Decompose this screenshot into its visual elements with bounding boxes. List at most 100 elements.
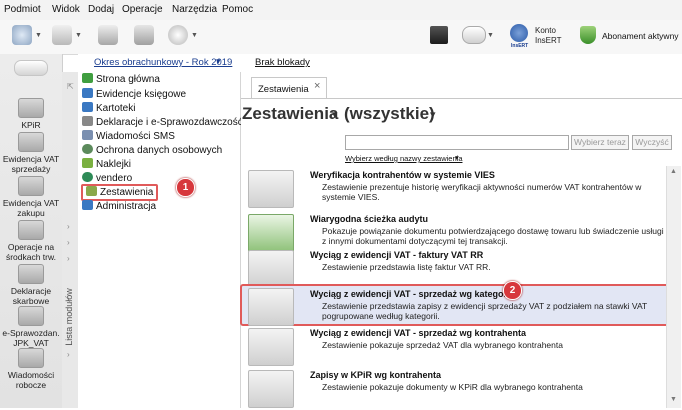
admin-icon xyxy=(82,200,93,210)
tree-item-data-protection[interactable]: Ochrona danych osobowych xyxy=(82,144,222,157)
scroll-down-icon[interactable]: ▼ xyxy=(670,396,677,403)
menu-pomoc[interactable]: Pomoc xyxy=(222,4,253,15)
shield-icon xyxy=(82,144,93,154)
tree-item-sms[interactable]: Wiadomości SMS xyxy=(82,130,175,143)
module-list-strip[interactable]: ⇱ › › › › › › Lista modułów xyxy=(62,72,79,408)
module-jpk-vat[interactable]: e-Sprawozdan. JPK_VAT xyxy=(0,306,62,348)
tree-item-declarations[interactable]: Deklaracje i e-Sprawozdawczość xyxy=(82,116,243,129)
toolbar: ▼ ▼ ▼ ▼ InsERT Konto InsERT Abonament ak… xyxy=(0,20,682,55)
tree-item-labels[interactable]: Naklejki xyxy=(82,158,131,171)
module-fixed-assets[interactable]: Operacje na środkach trw. xyxy=(0,220,62,262)
report-icon xyxy=(248,288,294,326)
tree-item-reports[interactable]: Zestawienia xyxy=(81,184,159,201)
chevron-down-icon[interactable]: ▾ xyxy=(455,153,459,162)
list-item-description: Zestawienie przedstawia zapisy z ewidenc… xyxy=(322,301,648,321)
search-mode-link[interactable]: Wybierz według nazwy zestawienia xyxy=(345,154,462,163)
list-item-title: Wyciąg z ewidencji VAT - faktury VAT RR xyxy=(310,250,484,260)
scrollbar[interactable]: ▲ ▼ xyxy=(666,166,681,408)
module-vat-sales[interactable]: Ewidencja VAT sprzedaży xyxy=(0,132,62,174)
menu-widok[interactable]: Widok xyxy=(52,4,80,15)
module-label: Ewidencja VAT sprzedaży xyxy=(2,154,60,174)
chevron-down-icon[interactable]: ▼ xyxy=(35,32,42,39)
clear-button[interactable]: Wyczyść xyxy=(632,135,672,150)
menu-dodaj[interactable]: Dodaj xyxy=(88,4,114,15)
document-icon xyxy=(82,116,93,126)
account-line2[interactable]: InsERT xyxy=(535,36,562,45)
tree-item-records[interactable]: Kartoteki xyxy=(82,102,135,115)
list-item[interactable]: Zapisy w KPiR wg kontrahenta Zestawienie… xyxy=(242,366,668,410)
menu-podmiot[interactable]: Podmiot xyxy=(4,4,41,15)
refresh-icon[interactable] xyxy=(12,25,32,45)
report-icon xyxy=(248,250,294,288)
chevron-down-icon[interactable]: ▼ xyxy=(75,32,82,39)
menu-operacje[interactable]: Operacje xyxy=(122,4,163,15)
page-title[interactable]: Zestawienia xyxy=(242,104,338,124)
calculator-icon[interactable] xyxy=(134,25,154,45)
home-icon xyxy=(82,73,93,83)
sticker-icon xyxy=(82,158,93,168)
tree-item-label: Deklaracje i e-Sprawozdawczość xyxy=(96,117,243,128)
tab-label: Zestawienia xyxy=(258,84,309,95)
module-list-label: Lista modułów xyxy=(63,288,74,346)
pin-icon[interactable]: ⇱ xyxy=(67,82,74,91)
module-vat-purchase[interactable]: Ewidencja VAT zakupu xyxy=(0,176,62,218)
subscription-status[interactable]: Abonament aktywny xyxy=(602,31,679,41)
print-icon[interactable] xyxy=(52,25,72,45)
choose-now-button[interactable]: Wybierz teraz xyxy=(571,135,629,150)
list-item-title: Wyciąg z ewidencji VAT - sprzedaż wg kon… xyxy=(310,328,527,338)
chevron-down-icon[interactable]: ▾ xyxy=(430,108,436,121)
cloud-icon[interactable] xyxy=(462,26,486,44)
list-item-title: Wiarygodna ścieżka audytu xyxy=(310,214,428,224)
chevron-right-icon: › xyxy=(67,238,70,247)
help-icon[interactable] xyxy=(168,25,188,45)
reports-icon xyxy=(86,186,97,196)
chevron-down-icon[interactable]: ▾ xyxy=(216,56,221,67)
lock-status-link[interactable]: Brak blokady xyxy=(255,57,310,68)
person-icon xyxy=(18,348,44,368)
tree-item-ledgers[interactable]: Ewidencje księgowe xyxy=(82,88,186,101)
chevron-down-icon[interactable]: ▾ xyxy=(332,108,338,121)
report-icon xyxy=(248,170,294,208)
chevron-right-icon: › xyxy=(67,254,70,263)
list-item[interactable]: Wyciąg z ewidencji VAT - sprzedaż wg kon… xyxy=(242,324,668,368)
close-icon[interactable]: × xyxy=(314,80,320,92)
folder-icon xyxy=(82,102,93,112)
account-line1[interactable]: Konto xyxy=(535,26,556,35)
module-kpir[interactable]: KPiR xyxy=(0,98,62,130)
sql-report-icon xyxy=(248,370,294,408)
step-badge-1: 1 xyxy=(176,178,195,197)
tree-item-label: Strona główna xyxy=(96,74,160,85)
list-item-title: Zapisy w KPiR wg kontrahenta xyxy=(310,370,442,380)
list-item-description: Zestawienie pokazuje dokumenty w KPiR dl… xyxy=(322,382,583,392)
menu-narzedzia[interactable]: Narzędzia xyxy=(172,4,217,15)
tree-item-label: Ewidencje księgowe xyxy=(96,89,187,100)
period-selector[interactable]: Okres obrachunkowy - Rok 2019 xyxy=(94,57,232,68)
user-avatar-icon[interactable] xyxy=(510,24,528,42)
module-label: KPiR xyxy=(21,120,41,130)
tree-item-label: Kartoteki xyxy=(96,103,136,114)
scroll-up-icon[interactable]: ▲ xyxy=(670,168,677,175)
tools-icon[interactable] xyxy=(98,25,118,45)
chevron-right-icon: › xyxy=(67,350,70,359)
tree-item-administration[interactable]: Administracja xyxy=(82,200,156,213)
jpk-icon xyxy=(18,306,44,326)
module-tax-declarations[interactable]: Deklaracje skarbowe xyxy=(0,264,62,306)
tree-item-label: vendero xyxy=(96,173,133,184)
module-panel: KPiR Ewidencja VAT sprzedaży Ewidencja V… xyxy=(0,54,63,408)
list-item[interactable]: Weryfikacja kontrahentów w systemie VIES… xyxy=(242,166,668,210)
tree-item-label: Zestawienia xyxy=(100,187,154,198)
report-list: Weryfikacja kontrahentów w systemie VIES… xyxy=(240,166,682,410)
shield-check-icon xyxy=(580,26,596,44)
module-draft-messages[interactable]: Wiadomości robocze xyxy=(0,348,62,390)
filter-title[interactable]: (wszystkie) xyxy=(344,104,435,124)
tab-reports[interactable]: Zestawienia × xyxy=(251,77,327,99)
search-input[interactable] xyxy=(345,135,569,150)
menu-bar: Podmiot Widok Dodaj Operacje Narzędzia P… xyxy=(0,0,682,21)
chevron-down-icon[interactable]: ▼ xyxy=(191,32,198,39)
cube-icon[interactable] xyxy=(430,26,448,44)
tree-item-home[interactable]: Strona główna xyxy=(82,73,160,86)
list-item-selected[interactable]: Wyciąg z ewidencji VAT - sprzedaż wg kat… xyxy=(240,284,680,326)
chevron-down-icon[interactable]: ▼ xyxy=(487,32,494,39)
tree-item-label: Wiadomości SMS xyxy=(96,131,175,142)
list-item-description: Zestawienie pokazuje sprzedaż VAT dla wy… xyxy=(322,340,563,350)
